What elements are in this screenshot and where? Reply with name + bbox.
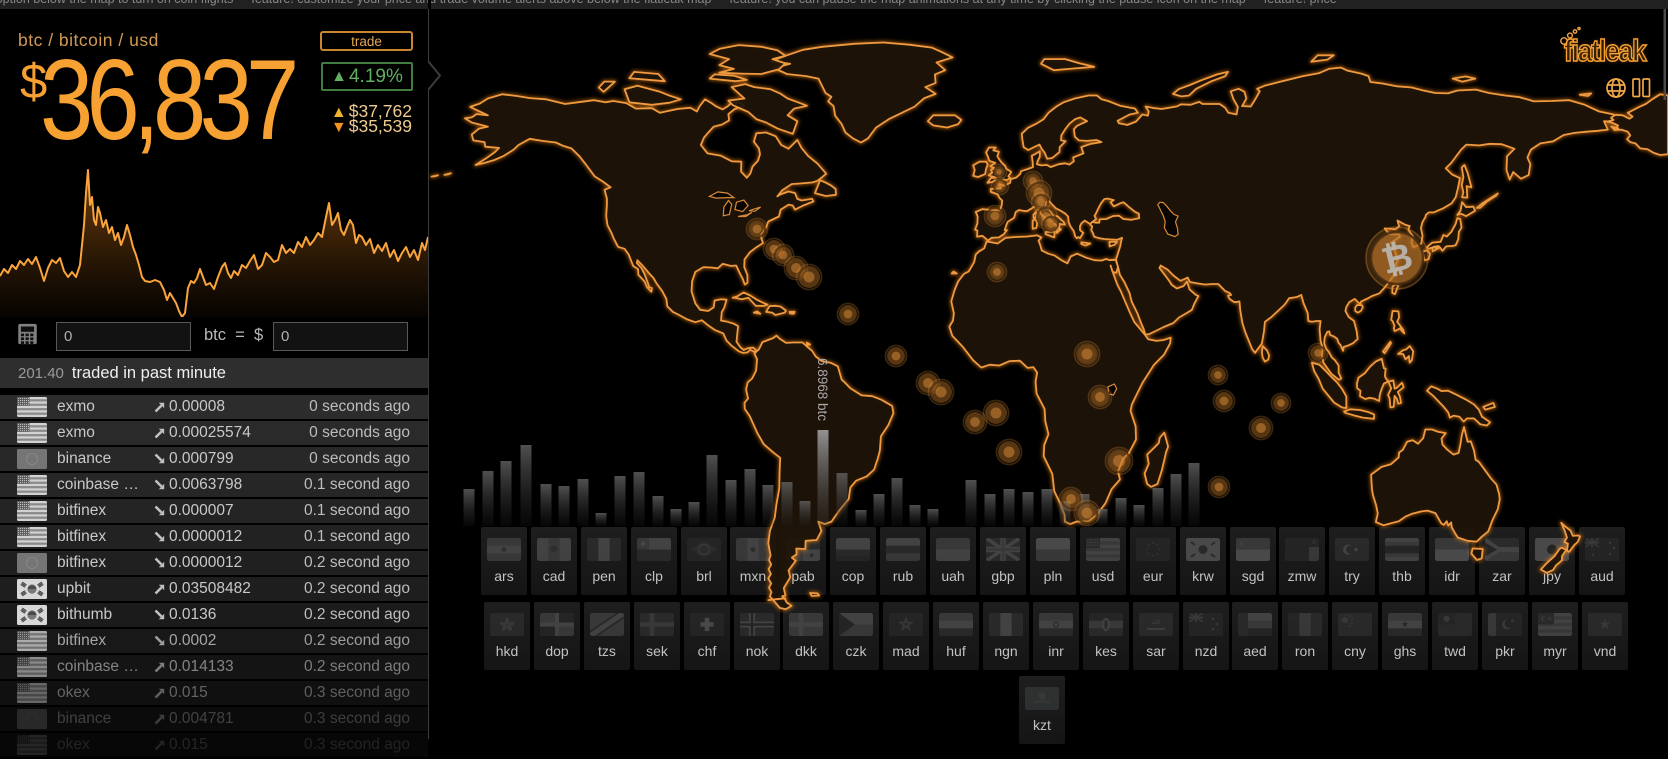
svg-text:6.8968 btc: 6.8968 btc — [815, 358, 830, 421]
